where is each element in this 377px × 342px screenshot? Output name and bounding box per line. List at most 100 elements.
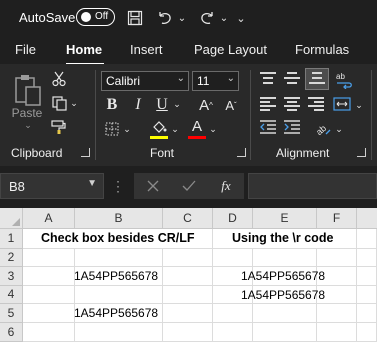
row-header-3[interactable]: 3 bbox=[0, 267, 23, 286]
row-header-1[interactable]: 1 bbox=[0, 229, 23, 249]
grid-cell[interactable] bbox=[163, 267, 213, 286]
formula-input[interactable] bbox=[248, 173, 377, 199]
grid-cell[interactable] bbox=[213, 323, 253, 342]
cell-d3[interactable]: 1A54PP565678 bbox=[241, 269, 325, 283]
tab-home[interactable]: Home bbox=[66, 42, 102, 57]
tab-formulas[interactable]: Formulas bbox=[295, 42, 349, 57]
tab-file[interactable]: File bbox=[15, 42, 36, 57]
more-options-icon[interactable]: ⋮ bbox=[111, 177, 125, 195]
align-right-icon[interactable] bbox=[308, 97, 324, 111]
clipboard-launcher-icon[interactable] bbox=[81, 148, 90, 157]
column-header-e[interactable]: E bbox=[253, 208, 317, 229]
align-center-icon[interactable] bbox=[284, 97, 300, 111]
undo-icon[interactable] bbox=[154, 7, 176, 29]
grid-cell[interactable] bbox=[357, 323, 377, 342]
orientation-dropdown-icon[interactable]: ⌄ bbox=[334, 122, 344, 136]
cancel-icon[interactable] bbox=[144, 177, 162, 195]
paste-label[interactable]: Paste bbox=[10, 106, 44, 120]
paste-dropdown-icon[interactable]: ⌄ bbox=[18, 120, 38, 130]
customize-qat-icon[interactable]: ⌄ bbox=[234, 7, 248, 29]
grid-cell[interactable] bbox=[163, 323, 213, 342]
grid-cell[interactable] bbox=[23, 304, 75, 323]
column-header-g[interactable] bbox=[357, 208, 377, 229]
grid-cell[interactable] bbox=[75, 323, 163, 342]
paste-icon[interactable] bbox=[12, 72, 44, 108]
cell-b5[interactable]: 1A54PP565678 bbox=[74, 306, 158, 320]
bold-icon[interactable]: B bbox=[103, 95, 121, 115]
orientation-icon[interactable]: ab bbox=[313, 117, 333, 137]
fill-color-dropdown-icon[interactable]: ⌄ bbox=[170, 122, 180, 136]
borders-dropdown-icon[interactable]: ⌄ bbox=[122, 122, 132, 136]
column-header-a[interactable]: A bbox=[23, 208, 75, 229]
cell-d1[interactable]: Using the \r code bbox=[232, 231, 333, 245]
grid-cell[interactable] bbox=[357, 286, 377, 304]
grid-cell[interactable] bbox=[163, 286, 213, 304]
row-header-2[interactable]: 2 bbox=[0, 249, 23, 267]
font-name-select[interactable]: Calibri ⌄ bbox=[101, 71, 189, 91]
borders-icon[interactable] bbox=[103, 120, 121, 138]
grid-cell[interactable] bbox=[23, 286, 75, 304]
copy-icon[interactable] bbox=[50, 94, 68, 112]
column-header-f[interactable]: F bbox=[317, 208, 357, 229]
grid-cell[interactable] bbox=[253, 304, 317, 323]
top-align-icon[interactable] bbox=[260, 72, 276, 86]
name-box[interactable]: B8 ▼ bbox=[0, 173, 104, 199]
grid-cell[interactable] bbox=[253, 323, 317, 342]
grid-cell[interactable] bbox=[357, 304, 377, 323]
wrap-text-icon[interactable]: ab bbox=[334, 70, 354, 90]
select-all-button[interactable] bbox=[0, 208, 23, 229]
tab-insert[interactable]: Insert bbox=[130, 42, 163, 57]
grid-cell[interactable] bbox=[23, 323, 75, 342]
grid-cell[interactable] bbox=[357, 267, 377, 286]
cell-b3[interactable]: 1A54PP565678 bbox=[74, 269, 158, 283]
column-header-c[interactable]: C bbox=[163, 208, 213, 229]
increase-font-size-icon[interactable]: A ^ bbox=[195, 95, 217, 115]
grid-cell[interactable] bbox=[23, 267, 75, 286]
tab-page-layout[interactable]: Page Layout bbox=[194, 42, 267, 57]
underline-icon[interactable]: U bbox=[153, 95, 171, 115]
autosave-toggle[interactable]: Off bbox=[76, 8, 115, 26]
undo-dropdown-icon[interactable]: ⌄ bbox=[176, 7, 188, 29]
format-painter-icon[interactable] bbox=[50, 118, 68, 136]
grid-cell[interactable] bbox=[317, 323, 357, 342]
align-left-icon[interactable] bbox=[260, 97, 276, 111]
font-color-dropdown-icon[interactable]: ⌄ bbox=[208, 122, 218, 136]
underline-dropdown-icon[interactable]: ⌄ bbox=[172, 97, 182, 111]
italic-icon[interactable]: I bbox=[129, 95, 147, 115]
grid-cell[interactable] bbox=[357, 229, 377, 249]
fill-color-icon[interactable] bbox=[150, 118, 168, 136]
alignment-launcher-icon[interactable] bbox=[357, 148, 366, 157]
grid-cell[interactable] bbox=[317, 304, 357, 323]
save-icon[interactable] bbox=[124, 7, 146, 29]
font-launcher-icon[interactable] bbox=[237, 148, 246, 157]
decrease-indent-icon[interactable] bbox=[259, 119, 277, 135]
cut-icon[interactable] bbox=[50, 70, 68, 88]
grid-cell[interactable] bbox=[163, 304, 213, 323]
font-size-select[interactable]: 11 ⌄ bbox=[192, 71, 239, 91]
copy-dropdown-icon[interactable]: ⌄ bbox=[69, 97, 79, 109]
redo-icon[interactable] bbox=[196, 7, 218, 29]
insert-function-icon[interactable]: fx bbox=[216, 177, 236, 195]
cell-b1[interactable]: Check box besides CR/LF bbox=[41, 231, 195, 245]
grid-cell[interactable] bbox=[75, 286, 163, 304]
grid-cell[interactable] bbox=[163, 249, 213, 267]
merge-center-icon[interactable] bbox=[332, 95, 352, 113]
grid-cell[interactable] bbox=[253, 249, 317, 267]
bottom-align-button[interactable] bbox=[305, 68, 329, 90]
grid-cell[interactable] bbox=[23, 249, 75, 267]
row-header-6[interactable]: 6 bbox=[0, 323, 23, 342]
middle-align-icon[interactable] bbox=[284, 72, 300, 86]
grid-cell[interactable] bbox=[357, 249, 377, 267]
grid-cell[interactable] bbox=[75, 249, 163, 267]
grid-cell[interactable] bbox=[213, 304, 253, 323]
column-header-b[interactable]: B bbox=[75, 208, 163, 229]
redo-dropdown-icon[interactable]: ⌄ bbox=[218, 7, 230, 29]
increase-indent-icon[interactable] bbox=[283, 119, 301, 135]
row-header-4[interactable]: 4 bbox=[0, 286, 23, 304]
merge-dropdown-icon[interactable]: ⌄ bbox=[354, 98, 364, 112]
cell-d4[interactable]: 1A54PP565678 bbox=[241, 288, 325, 302]
row-header-5[interactable]: 5 bbox=[0, 304, 23, 323]
font-color-icon[interactable]: A bbox=[188, 117, 206, 135]
grid-cell[interactable] bbox=[317, 249, 357, 267]
column-header-d[interactable]: D bbox=[213, 208, 253, 229]
